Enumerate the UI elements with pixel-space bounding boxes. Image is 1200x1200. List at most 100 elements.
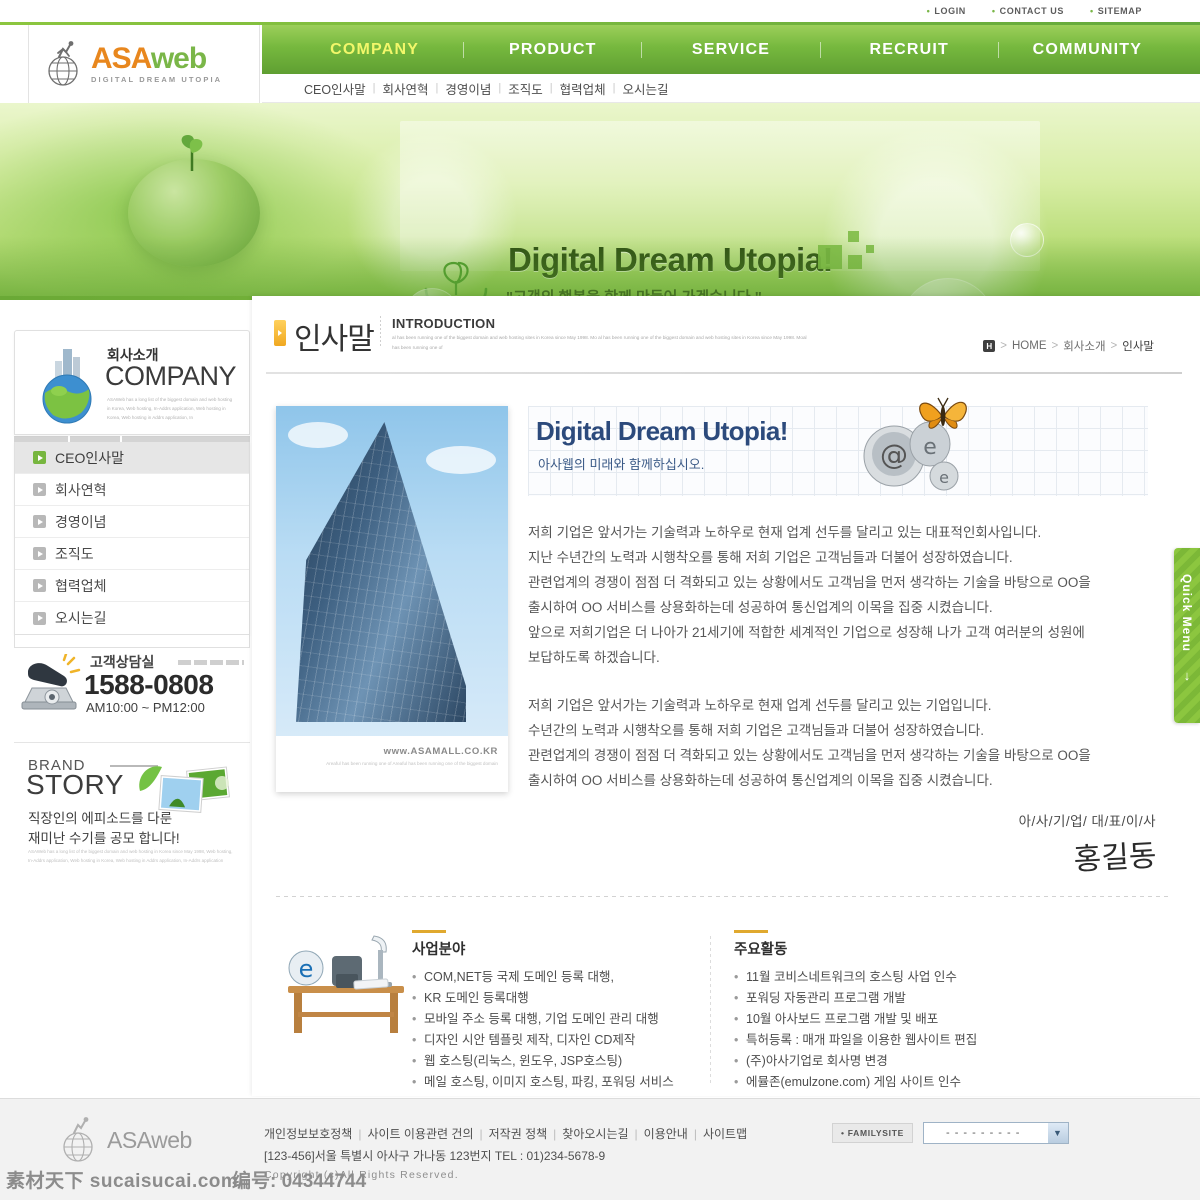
home-icon[interactable]: H xyxy=(983,340,996,352)
business-areas-column: 사업분야 COM,NET등 국제 도메인 등록 대행, KR 도메인 등록대행 … xyxy=(412,930,682,1093)
list-item: 11월 코비스네트워크의 호스팅 사업 인수 xyxy=(734,967,1004,988)
play-arrow-icon xyxy=(33,515,46,528)
subnav-separator: | xyxy=(372,82,376,94)
company-globe-icon xyxy=(29,343,105,425)
svg-text:@: @ xyxy=(880,438,908,471)
sidebar-item-label: 협력업체 xyxy=(55,577,107,594)
photo-fine-print: Areaful has been running one of Areaful … xyxy=(326,761,498,766)
nav-item-product[interactable]: PRODUCT xyxy=(464,41,641,59)
footer-link-copyright-policy[interactable]: 저작권 정책 xyxy=(489,1127,548,1141)
sidebar-item-label: 오시는길 xyxy=(55,610,107,626)
sidebar-item-label: 회사연혁 xyxy=(55,481,107,498)
cs-hours: AM10:00 ~ PM12:00 xyxy=(86,700,205,715)
page-title-en: INTRODUCTION xyxy=(392,316,496,331)
intro-subline: 아사웹의 미래와 함께하십시오. xyxy=(538,457,705,472)
nav-item-community[interactable]: COMMUNITY xyxy=(999,41,1176,59)
sidebar-header: 회사소개 COMPANY ASAWeb has a long list of t… xyxy=(14,330,250,435)
paragraph-line: 관련업계의 경쟁이 점점 더 격화되고 있는 상황에서도 고객님을 먼저 생각하… xyxy=(528,748,1091,763)
quick-menu-label: Quick Menu xyxy=(1180,574,1194,653)
site-logo[interactable]: ASAweb DIGITAL DREAM UTOPIA xyxy=(28,25,260,103)
cloud-decoration xyxy=(426,446,496,474)
page-root: LOGIN CONTACT US SITEMAP ASA xyxy=(0,0,1200,1200)
sidebar-item-partners[interactable]: 협력업체 xyxy=(15,570,249,602)
logo-asa: ASA xyxy=(91,42,152,76)
logo-wordmark: ASAweb DIGITAL DREAM UTOPIA xyxy=(91,44,222,84)
subnav-item-directions[interactable]: 오시는길 xyxy=(622,79,668,98)
footer-globe-icon xyxy=(63,1117,93,1162)
utility-link-login[interactable]: LOGIN xyxy=(927,6,966,16)
sidebar-item-history[interactable]: 회사연혁 xyxy=(15,474,249,506)
sprout-icon xyxy=(172,127,212,171)
photo-caption: www.ASAMALL.CO.KR Areaful has been runni… xyxy=(276,736,508,792)
familysite-selected-value: - - - - - - - - - xyxy=(945,1127,1021,1139)
breadcrumb-item-company[interactable]: 회사소개 xyxy=(1063,338,1105,354)
footer-link-privacy[interactable]: 개인정보보호정책 xyxy=(264,1127,352,1141)
sidebar-item-ceo-greeting[interactable]: CEO인사말 xyxy=(15,442,249,474)
nav-item-company[interactable]: COMPANY xyxy=(286,41,463,59)
nav-item-recruit[interactable]: RECRUIT xyxy=(821,41,998,59)
banner-title: Digital Dream Utopia! xyxy=(508,241,834,278)
breadcrumb-separator: > xyxy=(1000,340,1007,352)
page-header: 인사말 INTRODUCTION al has been running one… xyxy=(252,296,1200,374)
utility-link-contact[interactable]: CONTACT US xyxy=(992,6,1064,16)
chevron-down-icon[interactable]: ↓ xyxy=(1184,668,1191,683)
paragraph-line: 저희 기업은 앞서가는 기술력과 노하우로 현재 업계 선두를 달리고 있는 기… xyxy=(528,698,992,713)
list-item: 특허등록 : 매개 파일을 이용한 웹사이트 편집 xyxy=(734,1030,1004,1051)
quick-menu-tab[interactable]: Quick Menu ↓ xyxy=(1174,548,1200,723)
sidebar-item-label: 경영이념 xyxy=(55,513,107,530)
subnav-separator: | xyxy=(435,82,439,94)
signature-title: 아/사/기/업/ 대/표/이/사 xyxy=(1018,814,1156,829)
footer-link-sitemap[interactable]: 사이트맵 xyxy=(703,1127,747,1141)
paragraph-line: 보답하도록 하겠습니다. xyxy=(528,650,660,665)
play-arrow-icon xyxy=(33,547,46,560)
subnav-item-org-chart[interactable]: 조직도 xyxy=(508,79,543,98)
play-arrow-icon xyxy=(33,611,46,625)
utility-nav: LOGIN CONTACT US SITEMAP xyxy=(0,0,1200,22)
list-item: 디자인 시안 템플릿 제작, 디자인 CD제작 xyxy=(412,1030,682,1051)
subnav-item-partners[interactable]: 협력업체 xyxy=(560,79,606,98)
paragraph-line: 지난 수년간의 노력과 시행착오를 통해 저희 기업은 고객님들과 더불어 성장… xyxy=(528,550,1013,565)
sidebar-item-org-chart[interactable]: 조직도 xyxy=(15,538,249,570)
familysite-control: FAMILYSITE - - - - - - - - - ▼ xyxy=(832,1122,1069,1144)
logo-tagline: DIGITAL DREAM UTOPIA xyxy=(91,75,223,85)
brand-story-description: 직장인의 에피소드를 다룬 재미난 수기를 공모 합니다! xyxy=(28,809,180,848)
subnav-item-ceo-greeting[interactable]: CEO인사말 xyxy=(304,79,366,98)
svg-text:e: e xyxy=(299,955,314,983)
list-item: 모바일 주소 등록 대행, 기업 도메인 관리 대행 xyxy=(412,1009,682,1030)
utility-link-sitemap[interactable]: SITEMAP xyxy=(1090,6,1142,16)
footer-logo[interactable]: ASAweb xyxy=(58,1115,192,1165)
intro-headline-panel: Digital Dream Utopia! 아사웹의 미래와 함께하십시오. @… xyxy=(528,397,1148,496)
signature-name: 홍길동 xyxy=(1072,838,1158,878)
paragraph-line: 출시하여 OO 서비스를 상용화하는데 성공하여 통신업계의 이목을 집중 시켰… xyxy=(528,600,993,615)
footer-link-directions[interactable]: 찾아오시는길 xyxy=(562,1127,628,1141)
paragraph-line: 앞으로 저희기업은 더 나아가 21세기에 적합한 세계적인 기업으로 성장해 … xyxy=(528,625,1085,640)
main-nav: COMPANY PRODUCT SERVICE RECRUIT COMMUNIT… xyxy=(262,25,1200,74)
breadcrumb-item-home[interactable]: HOME xyxy=(1012,340,1047,352)
breadcrumb-separator: > xyxy=(1051,340,1059,352)
list-item: 10월 아사보드 프로그램 개발 및 배포 xyxy=(734,1009,1004,1030)
footer-link-guide[interactable]: 이용안내 xyxy=(644,1127,688,1141)
chevron-down-icon[interactable]: ▼ xyxy=(1047,1123,1068,1143)
footer-links: 개인정보보호정책 | 사이트 이용관련 건의 | 저작권 정책 | 찾아오시는길 | 이용안내 |… xyxy=(264,1127,748,1141)
list-item: (주)아사기업로 회사명 변경 xyxy=(734,1051,1004,1072)
footer-logo-text: ASAweb xyxy=(107,1126,192,1153)
column-accent-rule xyxy=(412,930,446,933)
sidebar-item-directions[interactable]: 오시는길 xyxy=(15,602,249,634)
nav-item-service[interactable]: SERVICE xyxy=(642,41,819,59)
brand-story-box[interactable]: BRAND STORY 직장인의 에피소드를 다룬 재미난 수기를 공모 합니다… xyxy=(14,742,250,863)
globe-runner-icon xyxy=(45,40,85,88)
list-item: KR 도메인 등록대행 xyxy=(412,988,682,1009)
subnav-item-history[interactable]: 회사연혁 xyxy=(382,79,428,98)
intro-paragraph-1: 저희 기업은 앞서가는 기술력과 노하우로 현재 업계 선두를 달리고 있는 대… xyxy=(528,520,1156,670)
sidebar-item-philosophy[interactable]: 경영이념 xyxy=(15,506,249,538)
page-header-rule xyxy=(266,372,1182,374)
subnav-separator: | xyxy=(498,82,502,94)
subnav-item-philosophy[interactable]: 경영이념 xyxy=(445,79,491,98)
telephone-icon xyxy=(18,652,82,716)
cs-decorative-dashes xyxy=(178,660,244,665)
footer-link-feedback[interactable]: 사이트 이용관련 건의 xyxy=(367,1127,473,1141)
bubble-decoration xyxy=(1010,223,1044,257)
breadcrumb-item-current: 인사말 xyxy=(1122,341,1154,353)
hands-plant-icon xyxy=(418,253,494,300)
familysite-select[interactable]: - - - - - - - - - ▼ xyxy=(922,1122,1069,1144)
